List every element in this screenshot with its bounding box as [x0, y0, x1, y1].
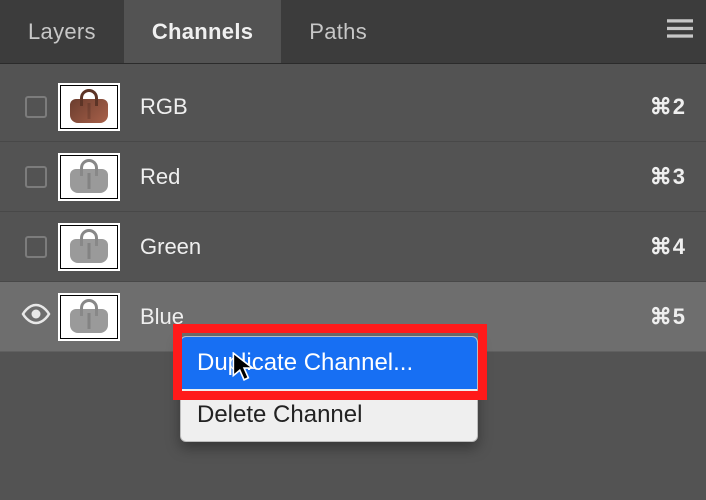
channel-row[interactable]: RGB ⌘2	[0, 72, 706, 142]
panel-tabs: Layers Channels Paths	[0, 0, 706, 64]
context-menu-item-delete-channel[interactable]: Delete Channel	[181, 389, 477, 441]
thumbnail-bag-icon	[70, 309, 108, 333]
tab-channels[interactable]: Channels	[124, 0, 281, 63]
visibility-toggle[interactable]	[21, 302, 51, 332]
channel-name: Blue	[136, 304, 626, 330]
tab-paths[interactable]: Paths	[281, 0, 395, 63]
channel-row[interactable]: Red ⌘3	[0, 142, 706, 212]
visibility-toggle[interactable]	[25, 96, 47, 118]
channels-panel: Layers Channels Paths	[0, 0, 706, 500]
thumbnail-bag-icon	[70, 239, 108, 263]
channel-name: Red	[136, 164, 626, 190]
channel-thumbnail[interactable]	[58, 153, 120, 201]
channel-shortcut: ⌘5	[626, 304, 686, 330]
channel-name: Green	[136, 234, 626, 260]
channel-shortcut: ⌘4	[626, 234, 686, 260]
hamburger-icon	[667, 19, 693, 45]
visibility-toggle[interactable]	[25, 236, 47, 258]
thumbnail-bag-icon	[70, 169, 108, 193]
channel-row[interactable]: Green ⌘4	[0, 212, 706, 282]
tab-layers[interactable]: Layers	[0, 0, 124, 63]
visibility-toggle[interactable]	[25, 166, 47, 188]
panel-menu-button[interactable]	[654, 0, 706, 63]
thumbnail-bag-icon	[70, 99, 108, 123]
context-menu: Duplicate Channel... Delete Channel	[180, 336, 478, 442]
channel-shortcut: ⌘2	[626, 94, 686, 120]
context-menu-item-duplicate-channel[interactable]: Duplicate Channel...	[181, 337, 477, 389]
channel-thumbnail[interactable]	[58, 83, 120, 131]
eye-icon	[21, 303, 51, 331]
channel-list: RGB ⌘2 Red ⌘3	[0, 64, 706, 352]
channel-thumbnail[interactable]	[58, 293, 120, 341]
channel-shortcut: ⌘3	[626, 164, 686, 190]
channel-name: RGB	[136, 94, 626, 120]
channel-thumbnail[interactable]	[58, 223, 120, 271]
